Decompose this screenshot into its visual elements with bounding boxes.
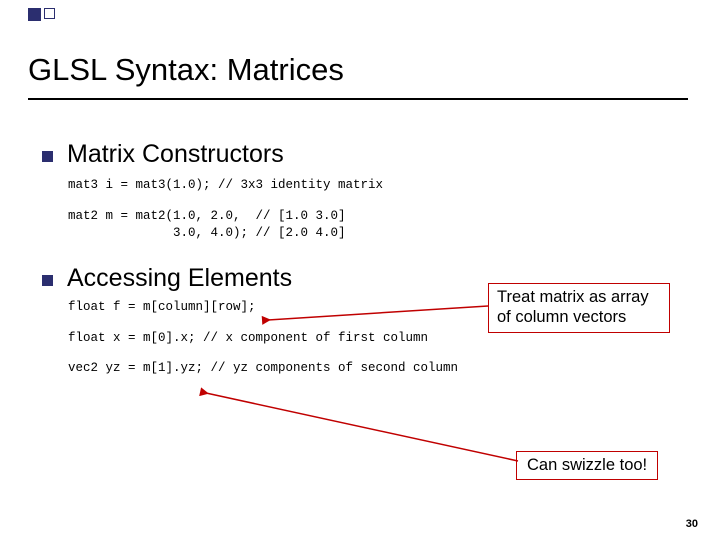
- deco-square-filled: [28, 8, 41, 21]
- page-number: 30: [686, 518, 698, 530]
- code-block: vec2 yz = m[1].yz; // yz components of s…: [68, 360, 682, 377]
- slide-decoration: [28, 8, 55, 21]
- title-underline: [28, 98, 688, 100]
- slide-content: Matrix Constructors mat3 i = mat3(1.0); …: [42, 140, 682, 377]
- deco-square-outline: [44, 8, 55, 19]
- bullet-icon: [42, 275, 53, 286]
- code-block: mat3 i = mat3(1.0); // 3x3 identity matr…: [68, 177, 682, 194]
- bullet-icon: [42, 151, 53, 162]
- slide-title: GLSL Syntax: Matrices: [28, 52, 344, 88]
- callout-array-note: Treat matrix as array of column vectors: [488, 283, 670, 333]
- code-block: mat2 m = mat2(1.0, 2.0, // [1.0 3.0] 3.0…: [68, 208, 682, 242]
- callout-swizzle-note: Can swizzle too!: [516, 451, 658, 480]
- section-heading: Matrix Constructors: [67, 140, 284, 169]
- section-heading: Accessing Elements: [67, 264, 292, 293]
- section-constructors: Matrix Constructors: [42, 140, 682, 169]
- arrow-to-code3: [198, 385, 528, 465]
